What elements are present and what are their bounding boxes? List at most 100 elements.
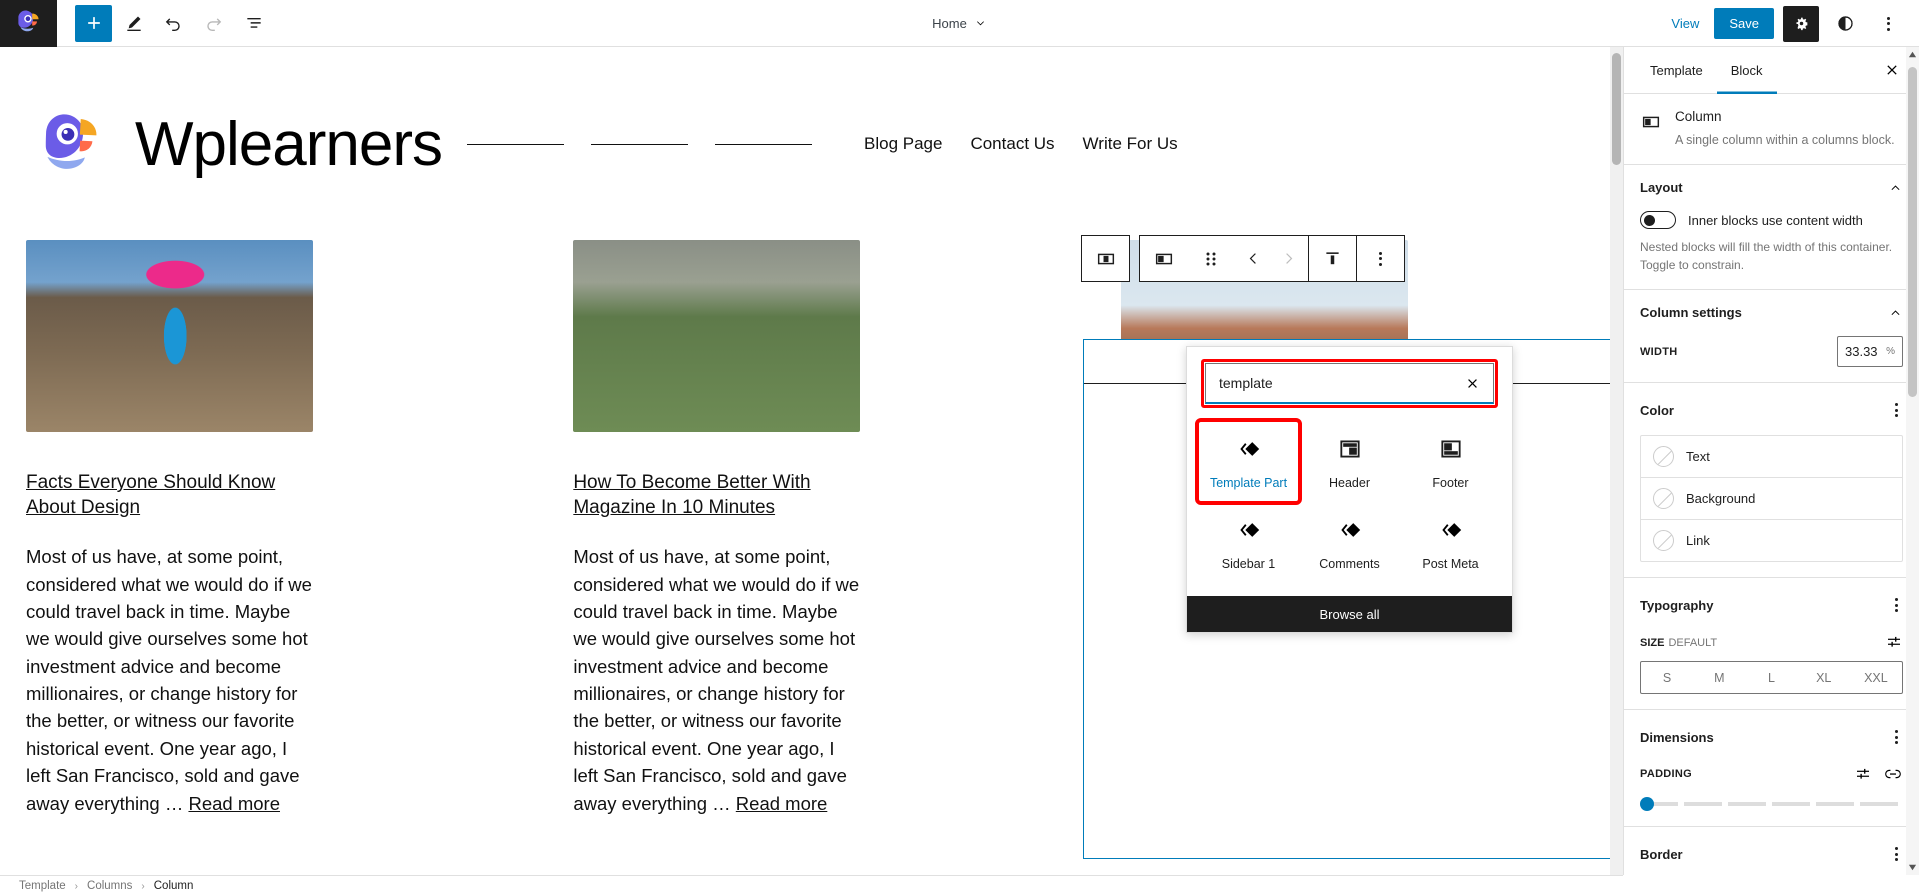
color-row-link[interactable]: Link	[1641, 520, 1902, 561]
search-input[interactable]	[1219, 375, 1462, 391]
clear-search-button[interactable]	[1462, 376, 1483, 391]
font-size-option-l[interactable]: L	[1745, 662, 1797, 693]
scroll-up-button[interactable]	[1906, 47, 1919, 62]
inserter-results-grid: Template Part Header Footer Sidebar 1 Co…	[1187, 412, 1512, 596]
post-featured-image[interactable]	[26, 240, 313, 432]
view-link[interactable]: View	[1665, 16, 1705, 31]
border-section-header: Border	[1640, 842, 1903, 866]
post-excerpt-text: Most of us have, at some point, consider…	[573, 546, 860, 814]
styles-button[interactable]	[1828, 7, 1862, 41]
add-block-button[interactable]	[75, 4, 112, 42]
inserter-item-label: Footer	[1432, 476, 1469, 490]
save-button[interactable]: Save	[1714, 8, 1774, 39]
color-row-text[interactable]: Text	[1641, 436, 1902, 479]
inserter-item-footer[interactable]: Footer	[1401, 422, 1500, 501]
block-controls-group	[1139, 235, 1405, 282]
padding-slider[interactable]	[1640, 797, 1903, 812]
layout-section-header[interactable]: Layout	[1640, 180, 1903, 195]
block-options-button[interactable]	[1357, 236, 1404, 281]
post-title-link[interactable]: Facts Everyone Should Know About Design	[26, 470, 313, 520]
close-sidebar-button[interactable]	[1877, 55, 1907, 85]
undo-button[interactable]	[155, 5, 192, 42]
tab-template[interactable]: Template	[1636, 47, 1717, 94]
link-sides-icon[interactable]	[1883, 765, 1903, 783]
settings-toggle-button[interactable]	[1783, 5, 1819, 42]
navigation-block[interactable]: Blog Page Contact Us Write For Us	[467, 134, 1178, 154]
move-left-button[interactable]	[1234, 236, 1271, 281]
breadcrumb-separator: ›	[141, 880, 145, 892]
canvas-scrollbar-thumb[interactable]	[1612, 53, 1621, 165]
font-size-option-s[interactable]: S	[1641, 662, 1693, 693]
inserter-item-header[interactable]: Header	[1300, 422, 1399, 501]
size-value: DEFAULT	[1668, 637, 1718, 650]
list-view-button[interactable]	[235, 5, 272, 42]
breadcrumb-item-template[interactable]: Template	[19, 880, 66, 892]
inserter-search-field[interactable]	[1205, 363, 1494, 404]
nav-link-contact-us[interactable]: Contact Us	[970, 134, 1054, 154]
sliders-icon[interactable]	[1854, 765, 1872, 783]
nav-placeholder-item[interactable]	[467, 143, 564, 145]
breadcrumb-item-columns[interactable]: Columns	[87, 880, 132, 892]
more-options-button[interactable]	[1871, 7, 1905, 41]
post-featured-image[interactable]	[573, 240, 861, 432]
site-title[interactable]: Wplearners	[135, 109, 443, 180]
post-card[interactable]: How To Become Better With Magazine In 10…	[573, 240, 861, 817]
nav-links: Blog Page Contact Us Write For Us	[864, 134, 1178, 154]
block-toolbar	[1081, 235, 1405, 282]
site-header-block[interactable]: Wplearners Blog Page Contact Us Write Fo…	[0, 47, 1623, 185]
border-options-button[interactable]	[1890, 842, 1903, 866]
post-card[interactable]: Facts Everyone Should Know About Design …	[26, 240, 313, 817]
column-settings-header[interactable]: Column settings	[1640, 305, 1903, 320]
canvas-scrollbar[interactable]	[1610, 47, 1623, 875]
padding-slider-knob[interactable]	[1640, 797, 1654, 812]
sidebar-scrollbar[interactable]	[1906, 47, 1919, 875]
nav-placeholder-item[interactable]	[715, 143, 812, 145]
color-row-background[interactable]: Background	[1641, 478, 1902, 521]
inner-blocks-toggle-row: Inner blocks use content width	[1640, 211, 1903, 230]
scroll-down-button[interactable]	[1906, 860, 1919, 875]
inserter-item-comments[interactable]: Comments	[1300, 503, 1399, 582]
width-input-wrapper[interactable]: %	[1837, 336, 1903, 368]
nav-link-blog-page[interactable]: Blog Page	[864, 134, 942, 154]
select-parent-columns-button[interactable]	[1082, 236, 1129, 281]
chevron-right-icon	[1286, 253, 1293, 264]
font-size-labels: SIZE DEFAULT	[1640, 633, 1717, 651]
post-title-link[interactable]: How To Become Better With Magazine In 10…	[573, 470, 860, 520]
site-logo-button[interactable]	[0, 0, 57, 47]
document-title-dropdown[interactable]: Home	[932, 16, 987, 31]
nav-link-write-for-us[interactable]: Write For Us	[1083, 134, 1178, 154]
vertical-align-button[interactable]	[1309, 236, 1356, 281]
color-options-button[interactable]	[1890, 398, 1903, 422]
inserter-item-post-meta[interactable]: Post Meta	[1401, 503, 1500, 582]
move-right-button[interactable]	[1271, 236, 1308, 281]
font-size-option-m[interactable]: M	[1693, 662, 1745, 693]
three-dots-vertical-icon	[1882, 12, 1895, 36]
typography-section-header: Typography	[1640, 593, 1903, 617]
drag-handle-button[interactable]	[1187, 236, 1234, 281]
toggle-knob	[1644, 214, 1655, 226]
tab-block[interactable]: Block	[1717, 47, 1777, 94]
inserter-item-sidebar-1[interactable]: Sidebar 1	[1199, 503, 1298, 582]
width-input[interactable]	[1845, 344, 1883, 360]
redo-arrow-icon	[207, 17, 222, 31]
nav-placeholder-item[interactable]	[591, 143, 688, 145]
sidebar-scrollbar-thumb[interactable]	[1908, 67, 1917, 397]
post-excerpt-text: Most of us have, at some point, consider…	[26, 546, 312, 814]
read-more-link[interactable]: Read more	[736, 793, 828, 814]
read-more-link[interactable]: Read more	[188, 793, 280, 814]
browse-all-button[interactable]: Browse all	[1187, 596, 1512, 632]
dimensions-options-button[interactable]	[1890, 725, 1903, 749]
inserter-item-template-part[interactable]: Template Part	[1195, 418, 1302, 505]
font-size-option-xl[interactable]: XL	[1798, 662, 1850, 693]
font-size-option-xxl[interactable]: XXL	[1850, 662, 1902, 693]
redo-button[interactable]	[195, 5, 232, 42]
inner-blocks-content-width-toggle[interactable]	[1640, 211, 1676, 230]
breadcrumb-item-column[interactable]: Column	[154, 880, 194, 892]
template-part-icon	[1239, 442, 1259, 456]
padding-label: PADDING	[1640, 768, 1693, 781]
sliders-icon[interactable]	[1885, 633, 1903, 651]
chevron-left-icon	[1249, 253, 1256, 264]
typography-options-button[interactable]	[1890, 593, 1903, 617]
edit-mode-button[interactable]	[115, 5, 152, 42]
block-type-column-button[interactable]	[1140, 236, 1187, 281]
